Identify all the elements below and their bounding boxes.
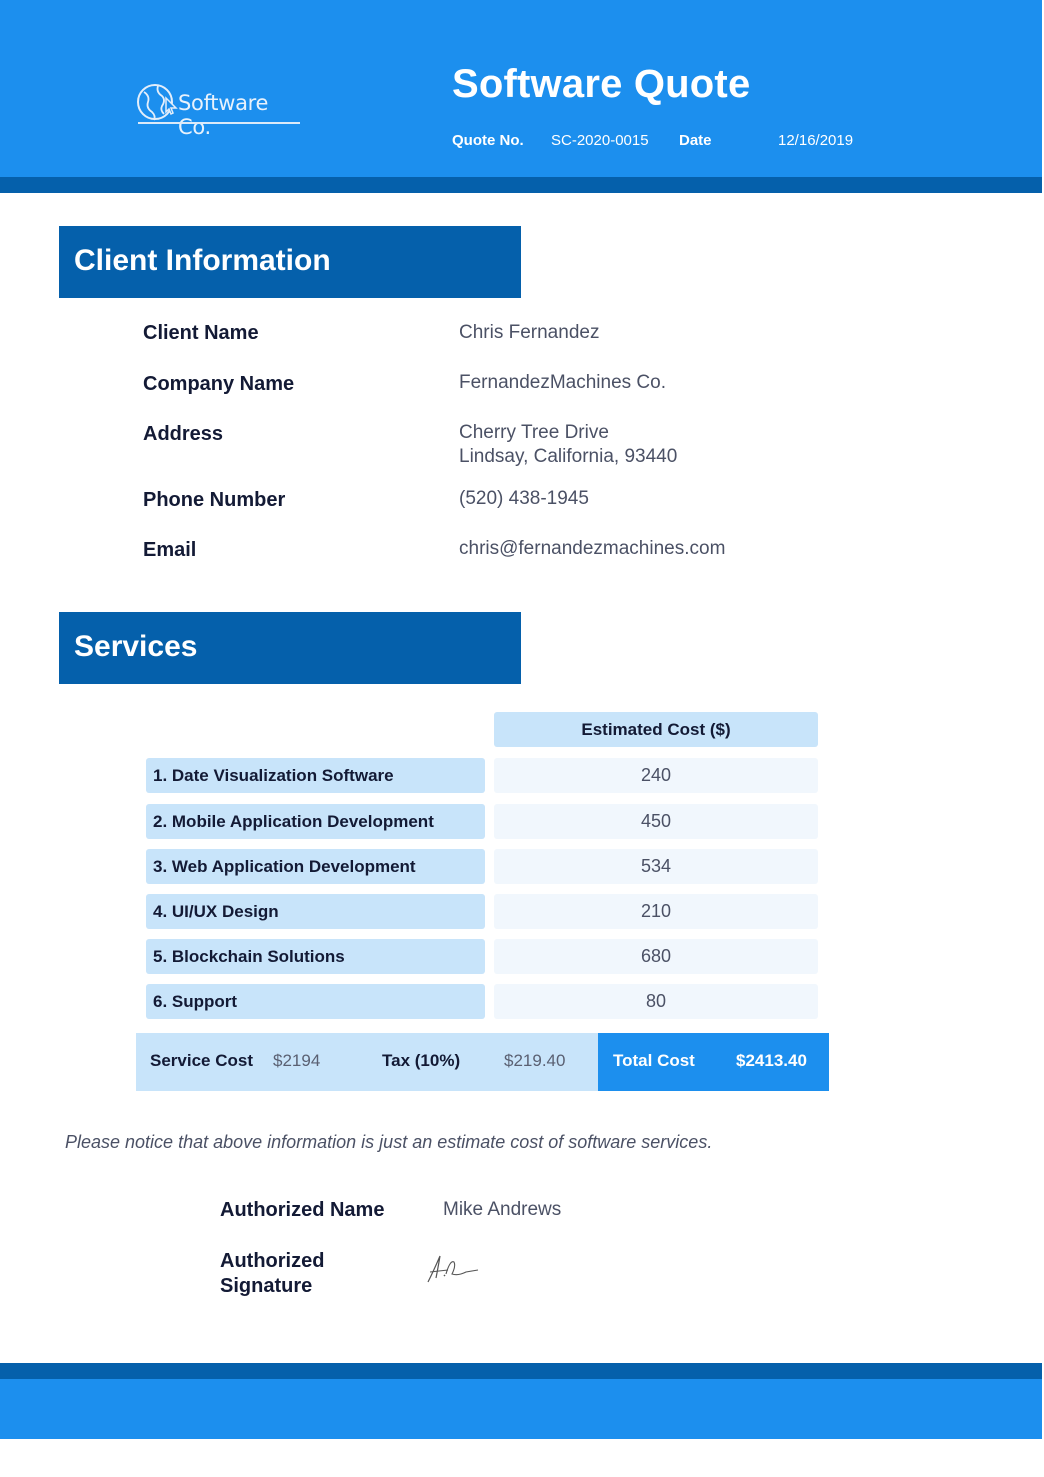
services-banner: Services	[59, 612, 521, 684]
service-row: 5. Blockchain Solutions 680	[146, 939, 818, 974]
address-line1: Cherry Tree Drive	[459, 422, 609, 443]
authorized-signature-label-line2: Signature	[220, 1275, 313, 1297]
tax-value: $219.40	[504, 1051, 566, 1070]
client-name-value: Chris Fernandez	[459, 322, 600, 343]
quote-page: Software Co. Software Quote Quote No. SC…	[0, 0, 1042, 1477]
phone-label: Phone Number	[143, 489, 286, 511]
service-cost-value: $2194	[273, 1051, 321, 1070]
header-banner: Software Co. Software Quote Quote No. SC…	[0, 0, 1042, 177]
total-cost-label: Total Cost	[613, 1051, 695, 1070]
footer-stripe	[0, 1363, 1042, 1379]
services-title: Services	[74, 630, 198, 663]
service-name: 2. Mobile Application Development	[146, 804, 485, 839]
company-name-value: FernandezMachines Co.	[459, 372, 666, 393]
total-cost-box: Total Cost $2413.40	[598, 1033, 829, 1091]
quote-no-label: Quote No.	[452, 132, 524, 149]
header-stripe	[0, 177, 1042, 193]
cost-summary-bar: Service Cost $2194 Tax (10%) $219.40 Tot…	[136, 1033, 829, 1091]
authorized-name-label: Authorized Name	[220, 1199, 385, 1221]
phone-value: (520) 438-1945	[459, 488, 589, 509]
estimated-cost-header: Estimated Cost ($)	[494, 712, 818, 747]
service-cost: 80	[494, 984, 818, 1019]
authorized-name-value: Mike Andrews	[443, 1199, 562, 1220]
service-name: 3. Web Application Development	[146, 849, 485, 884]
client-info-banner: Client Information	[59, 226, 521, 298]
service-name: 5. Blockchain Solutions	[146, 939, 485, 974]
service-cost-label: Service Cost	[150, 1051, 253, 1070]
service-name: 4. UI/UX Design	[146, 894, 485, 929]
page-title: Software Quote	[452, 62, 751, 106]
date-label: Date	[679, 132, 712, 149]
service-name: 6. Support	[146, 984, 485, 1019]
quote-no-value: SC-2020-0015	[551, 132, 649, 149]
client-name-label: Client Name	[143, 322, 259, 344]
tax-label: Tax (10%)	[382, 1051, 461, 1070]
service-row: 1. Date Visualization Software 240	[146, 758, 818, 793]
email-value: chris@fernandezmachines.com	[459, 538, 726, 559]
service-name: 1. Date Visualization Software	[146, 758, 485, 793]
globe-cursor-icon	[137, 84, 178, 121]
authorized-signature-label-line1: Authorized	[220, 1250, 325, 1272]
service-cost: 680	[494, 939, 818, 974]
footer-banner	[0, 1379, 1042, 1439]
address-label: Address	[143, 423, 224, 445]
signature-icon	[427, 1255, 479, 1283]
service-cost: 534	[494, 849, 818, 884]
service-row: 4. UI/UX Design 210	[146, 894, 818, 929]
service-row: 6. Support 80	[146, 984, 818, 1019]
total-cost-value: $2413.40	[736, 1051, 807, 1070]
logo-underline	[138, 122, 300, 124]
client-info-title: Client Information	[74, 244, 331, 277]
service-cost: 240	[494, 758, 818, 793]
service-row: 3. Web Application Development 534	[146, 849, 818, 884]
service-row: 2. Mobile Application Development 450	[146, 804, 818, 839]
company-logo: Software Co.	[136, 82, 301, 139]
company-name-label: Company Name	[143, 373, 295, 395]
estimate-notice: Please notice that above information is …	[65, 1132, 713, 1152]
date-value: 12/16/2019	[778, 132, 854, 149]
service-cost: 450	[494, 804, 818, 839]
service-cost: 210	[494, 894, 818, 929]
address-line2: Lindsay, California, 93440	[459, 446, 678, 467]
email-label: Email	[143, 539, 197, 561]
logo-text: Software Co.	[178, 91, 269, 139]
